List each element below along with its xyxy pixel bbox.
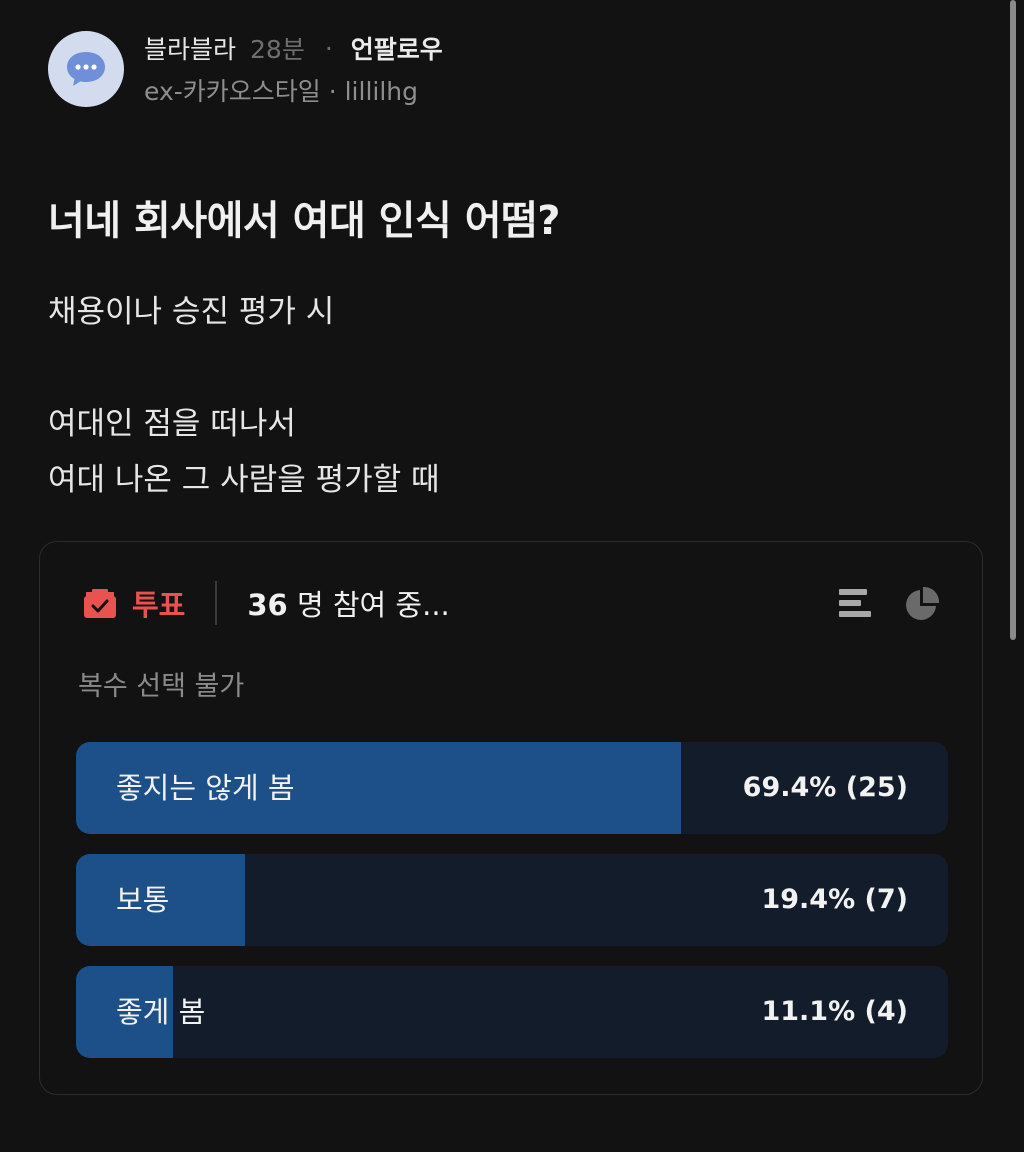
poll-option[interactable]: 좋지는 않게 봄 69.4% (25) [76,742,948,834]
pie-chart-view-icon[interactable] [904,586,940,622]
poll-header: 투표 36 명 참여 중... [82,580,450,626]
post-title: 너네 회사에서 여대 인식 어떰? [48,198,561,244]
poll-card: 투표 36 명 참여 중... 복수 선택 불가 좋지는 않게 봄 69.4% … [39,541,983,1095]
poll-label: 투표 [132,588,186,622]
poll-view-toggle [808,586,940,622]
avatar[interactable] [48,31,124,107]
poll-option-result: 69.4% (25) [742,772,908,803]
post-body-line: 채용이나 승진 평가 시 [48,294,335,330]
author-name[interactable]: 블라블라 [144,30,236,66]
poll-option[interactable]: 보통 19.4% (7) [76,854,948,946]
poll-option[interactable]: 좋게 봄 11.1% (4) [76,966,948,1058]
post-time: 28분 [250,35,305,64]
poll-divider [215,581,218,625]
bar-list-view-icon[interactable] [838,586,874,622]
unfollow-button[interactable]: 언팔로우 [351,30,443,66]
participant-number: 36 [247,588,288,622]
poll-option-result: 11.1% (4) [761,996,908,1027]
scrollbar[interactable] [1010,0,1016,640]
post-body-blank-line [48,340,440,396]
poll-option-result: 19.4% (7) [761,884,908,915]
author-handle: lillilhg [344,77,418,106]
separator-dot: · [324,33,333,63]
author-company-line: ex-카카오스타일 · lillilhg [144,72,443,108]
post-body: 채용이나 승진 평가 시 여대인 점을 떠나서 여대 나온 그 사람을 평가할 … [48,284,440,508]
author-company: ex-카카오스타일 [144,77,321,106]
poll-option-label: 좋지는 않게 봄 [116,771,295,805]
poll-participant-count: 36 명 참여 중... [247,582,449,624]
poll-selection-rule: 복수 선택 불가 [78,671,245,702]
author-meta: 블라블라 28분 · 언팔로우 ex-카카오스타일 · lillilhg [144,30,443,108]
post-header: 블라블라 28분 · 언팔로우 ex-카카오스타일 · lillilhg [48,30,443,108]
poll-option-label: 좋게 봄 [116,995,206,1029]
poll-option-label: 보통 [116,883,170,917]
participant-suffix: 명 참여 중... [287,588,450,622]
ballot-box-icon [84,589,116,618]
company-separator: · [320,77,345,106]
chat-bubble-icon [67,52,105,86]
post-body-line: 여대 나온 그 사람을 평가할 때 [48,462,440,498]
post-body-line: 여대인 점을 떠나서 [48,406,296,442]
